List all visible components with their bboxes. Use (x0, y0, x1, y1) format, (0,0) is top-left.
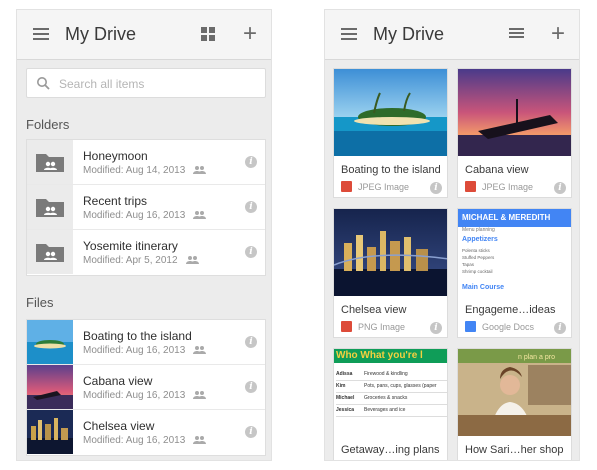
file-row[interactable]: Cabana view Modified: Aug 16, 2013 i (27, 365, 265, 410)
shared-icon (193, 211, 207, 220)
shared-icon (193, 166, 207, 175)
folder-modified: Modified: Aug 14, 2013 (83, 165, 207, 176)
file-name: Chelsea view (83, 419, 155, 433)
info-icon[interactable]: i (245, 426, 257, 438)
info-icon[interactable]: i (245, 156, 257, 168)
doc-section: Main Course (462, 284, 505, 291)
files-list: Boating to the island Modified: Aug 16, … (26, 319, 266, 456)
city-night-thumbnail (27, 410, 73, 454)
folder-modified: Modified: Apr 5, 2012 (83, 255, 199, 266)
info-icon[interactable]: i (245, 381, 257, 393)
list-view-icon[interactable] (509, 28, 524, 40)
info-icon[interactable]: i (554, 322, 566, 334)
file-modified: Modified: Aug 16, 2013 (83, 390, 207, 401)
document-preview: MICHAEL & MEREDITH Menu planning Appetiz… (458, 209, 571, 296)
doc-section: Appetizers (462, 236, 498, 243)
doc-items: Polenta sticks Stuffed Peppers Tapas Shr… (462, 248, 495, 274)
card-type: PNG Image (358, 322, 406, 332)
shared-folder-icon (27, 230, 73, 274)
image-icon (465, 181, 476, 192)
sunset-boat-thumbnail (27, 365, 73, 409)
city-night-preview (334, 209, 447, 296)
shared-icon (193, 391, 207, 400)
sheet-header: Who What you're l (334, 349, 447, 363)
folder-modified: Modified: Aug 16, 2013 (83, 210, 207, 221)
sheet-rows: Adissa Firewood & kindling Kim Pots, pans,… (336, 369, 447, 417)
shared-folder-icon (27, 185, 73, 229)
search-placeholder: Search all items (59, 77, 145, 91)
folder-name: Recent trips (83, 194, 148, 208)
menu-icon[interactable] (33, 28, 49, 40)
file-name: Cabana view (83, 374, 153, 388)
page-title: My Drive (65, 24, 136, 44)
image-icon (341, 321, 352, 332)
add-icon[interactable]: + (243, 22, 257, 46)
card-title: Chelsea view (341, 304, 407, 316)
info-icon[interactable]: i (554, 182, 566, 194)
search-input[interactable]: Search all items (26, 68, 266, 98)
doc-heading: MICHAEL & MEREDITH (458, 209, 571, 227)
page-title: My Drive (373, 24, 444, 44)
shared-icon (193, 436, 207, 445)
card-type: JPEG Image (358, 182, 410, 192)
folders-header: Folders (26, 117, 70, 132)
app-bar: My Drive + (17, 10, 271, 60)
docs-icon (465, 321, 476, 332)
card-title: Cabana view (465, 164, 529, 176)
info-icon[interactable]: i (430, 322, 442, 334)
spreadsheet-preview: Who What you're l Adissa Firewood & kindl… (334, 349, 447, 436)
file-card[interactable]: n plan a pro How Sari…her shop (457, 348, 572, 460)
folders-list: Honeymoon Modified: Aug 14, 2013 i Recen… (26, 139, 266, 276)
menu-icon[interactable] (341, 28, 357, 40)
folder-row[interactable]: Honeymoon Modified: Aug 14, 2013 i (27, 140, 265, 185)
shop-sign-text: n plan a pro (518, 354, 555, 361)
shared-folder-icon (27, 140, 73, 184)
folder-row[interactable]: Recent trips Modified: Aug 16, 2013 i (27, 185, 265, 230)
card-title: Getaway…ing plans (341, 444, 440, 456)
card-type: Google Docs (482, 322, 535, 332)
folder-name: Honeymoon (83, 149, 148, 163)
file-card[interactable]: Cabana view JPEG Image i (457, 68, 572, 198)
grid-view-screen: My Drive + Boating to the island JPEG Im… (324, 9, 580, 461)
info-icon[interactable]: i (245, 336, 257, 348)
info-icon[interactable]: i (430, 182, 442, 194)
add-icon[interactable]: + (551, 22, 565, 46)
list-view-screen: My Drive + Search all items Folders Hone… (16, 9, 272, 461)
island-preview (334, 69, 447, 156)
folder-row[interactable]: Yosemite itinerary Modified: Apr 5, 2012… (27, 230, 265, 275)
files-header: Files (26, 295, 54, 310)
doc-subheading: Menu planning (462, 227, 495, 233)
file-card[interactable]: Chelsea view PNG Image i (333, 208, 448, 338)
card-type: JPEG Image (482, 182, 534, 192)
card-title: Engageme…ideas (465, 304, 556, 316)
file-row[interactable]: Chelsea view Modified: Aug 16, 2013 i (27, 410, 265, 455)
file-row[interactable]: Boating to the island Modified: Aug 16, … (27, 320, 265, 365)
search-icon (37, 77, 50, 90)
info-icon[interactable]: i (245, 201, 257, 213)
file-card[interactable]: MICHAEL & MEREDITH Menu planning Appetiz… (457, 208, 572, 338)
file-card[interactable]: Boating to the island JPEG Image i (333, 68, 448, 198)
card-title: How Sari…her shop (465, 444, 564, 456)
grid-view-icon[interactable] (201, 27, 215, 41)
shop-photo-preview: n plan a pro (458, 349, 571, 436)
file-card[interactable]: Who What you're l Adissa Firewood & kindl… (333, 348, 448, 460)
file-modified: Modified: Aug 16, 2013 (83, 345, 207, 356)
card-title: Boating to the island (341, 164, 441, 176)
shared-icon (185, 256, 199, 265)
sunset-boat-preview (458, 69, 571, 156)
folder-name: Yosemite itinerary (83, 239, 178, 253)
app-bar: My Drive + (325, 10, 579, 60)
info-icon[interactable]: i (245, 246, 257, 258)
image-icon (341, 181, 352, 192)
file-name: Boating to the island (83, 329, 192, 343)
island-thumbnail (27, 320, 73, 364)
file-modified: Modified: Aug 16, 2013 (83, 435, 207, 446)
shared-icon (193, 346, 207, 355)
